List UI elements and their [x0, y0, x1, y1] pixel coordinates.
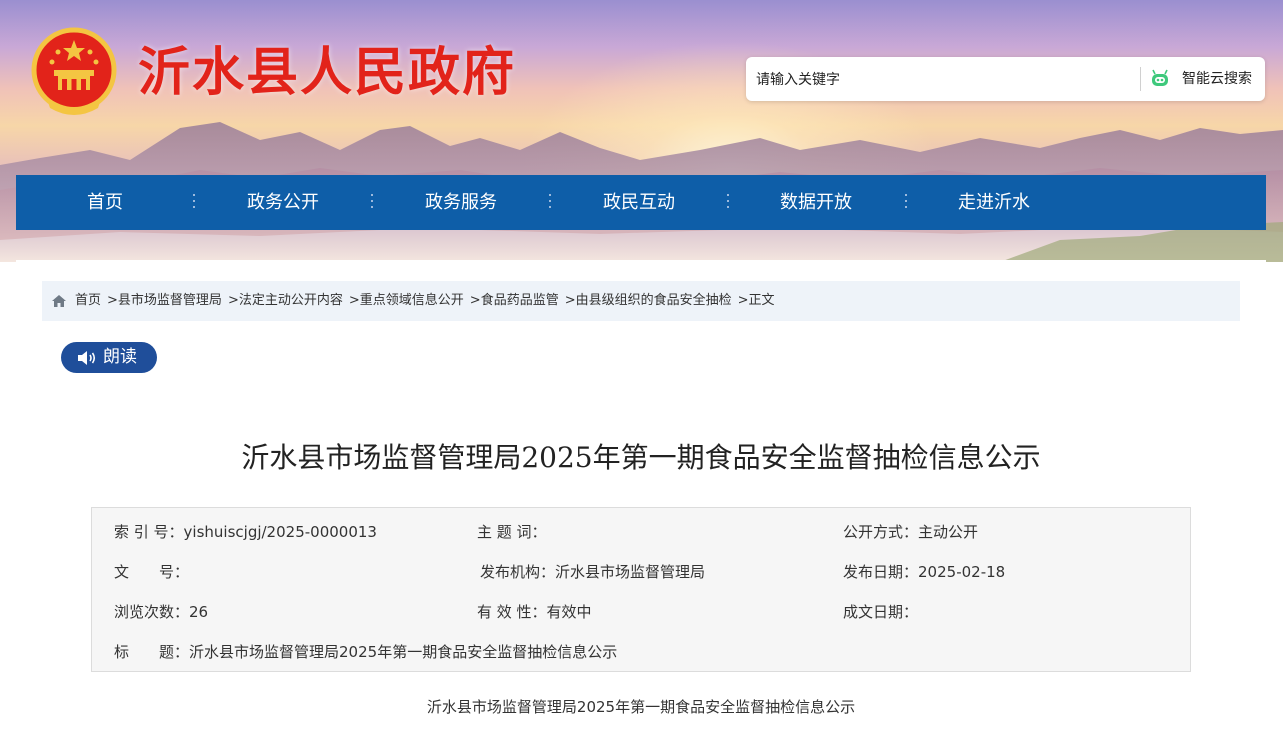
breadcrumb-separator: >: [469, 293, 481, 308]
nav-item-home[interactable]: 首页: [50, 175, 160, 230]
meta-index-label: 索 引 号：: [114, 523, 184, 541]
meta-index: 索 引 号：yishuiscjgj/2025-0000013: [114, 522, 377, 542]
search-box: 智能云搜索: [746, 57, 1265, 101]
speaker-icon: [78, 351, 96, 365]
home-icon[interactable]: [51, 293, 67, 309]
read-aloud-label: 朗读: [103, 347, 137, 367]
meta-date: 发布日期：2025-02-18: [843, 562, 1005, 582]
meta-title-label: 标 题：: [114, 643, 190, 661]
national-emblem-icon: [31, 27, 117, 115]
meta-title-value: 沂水县市场监督管理局2025年第一期食品安全监督抽检信息公示: [189, 643, 618, 661]
nav-item-gov-affairs[interactable]: 政务公开: [228, 175, 338, 230]
breadcrumb-separator: >: [348, 293, 360, 308]
meta-views: 浏览次数：26: [114, 602, 208, 622]
meta-public-value: 主动公开: [918, 523, 979, 541]
search-divider: [1140, 67, 1141, 91]
breadcrumb-separator: >: [107, 293, 118, 308]
nav-separator: [192, 194, 195, 210]
breadcrumb-item-bureau[interactable]: 县市场监督管理局: [118, 293, 222, 308]
breadcrumb-item-legal-disclosure[interactable]: 法定主动公开内容: [239, 293, 343, 308]
read-aloud-button[interactable]: 朗读: [61, 342, 157, 373]
breadcrumb-item-home[interactable]: 首页: [75, 293, 101, 308]
meta-public-label: 公开方式：: [843, 523, 919, 541]
nav-item-interaction[interactable]: 政民互动: [584, 175, 694, 230]
breadcrumb: 首页 >县市场监督管理局 >法定主动公开内容 >重点领域信息公开 >食品药品监管 >由县级…: [42, 281, 1240, 321]
content-panel: 首页 >县市场监督管理局 >法定主动公开内容 >重点领域信息公开 >食品药品监管 >由县级…: [16, 260, 1266, 740]
breadcrumb-item-key-areas[interactable]: 重点领域信息公开: [360, 293, 464, 308]
meta-org-label: 发布机构：: [480, 563, 556, 581]
article-title: 沂水县市场监督管理局2025年第一期食品安全监督抽检信息公示: [241, 441, 1041, 474]
nav-item-about-yishui[interactable]: 走进沂水: [939, 175, 1049, 230]
breadcrumb-separator: >: [227, 293, 239, 308]
article-body-heading: 沂水县市场监督管理局2025年第一期食品安全监督抽检信息公示: [426, 698, 856, 716]
meta-date-value: 2025-02-18: [918, 563, 1006, 581]
site-title: 沂水县人民政府: [138, 42, 517, 103]
meta-index-value: yishuiscjgj/2025-0000013: [183, 523, 377, 541]
meta-docno-label: 文 号：: [114, 563, 190, 581]
meta-validity: 有 效 性：有效中: [477, 602, 592, 622]
nav-separator: [904, 194, 907, 210]
meta-org: 发布机构：沂水县市场监督管理局: [480, 562, 705, 582]
nav-separator: [548, 194, 551, 210]
meta-date-label: 发布日期：: [843, 563, 919, 581]
meta-public-method: 公开方式：主动公开: [843, 522, 978, 542]
meta-valid-value: 有效中: [546, 603, 592, 621]
meta-valid-label: 有 效 性：: [477, 603, 547, 621]
nav-item-gov-services[interactable]: 政务服务: [406, 175, 516, 230]
breadcrumb-item-county-sampling[interactable]: 由县级组织的食品安全抽检: [576, 293, 732, 308]
nav-separator: [370, 194, 373, 210]
meta-docno: 文 号：: [114, 562, 189, 582]
meta-written-label: 成文日期：: [843, 603, 919, 621]
main-nav: 首页 政务公开 政务服务 政民互动 数据开放 走进沂水: [16, 175, 1266, 230]
meta-written-date: 成文日期：: [843, 602, 918, 622]
breadcrumb-item-food-drug[interactable]: 食品药品监管: [481, 293, 559, 308]
meta-keyword-label: 主 题 词：: [477, 523, 547, 541]
breadcrumb-separator: >: [564, 293, 576, 308]
nav-item-open-data[interactable]: 数据开放: [761, 175, 871, 230]
meta-views-value: 26: [189, 603, 209, 621]
search-input[interactable]: [754, 63, 1138, 97]
nav-separator: [726, 194, 729, 210]
smart-search-button[interactable]: 智能云搜索: [1182, 67, 1252, 91]
meta-org-value: 沂水县市场监督管理局: [555, 563, 706, 581]
meta-keyword: 主 题 词：: [477, 522, 547, 542]
meta-views-label: 浏览次数：: [114, 603, 190, 621]
breadcrumb-trail: 首页 >县市场监督管理局 >法定主动公开内容 >重点领域信息公开 >食品药品监管 >由县级…: [75, 281, 775, 321]
metadata-table: 索 引 号：yishuiscjgj/2025-0000013 主 题 词： 公开…: [91, 507, 1191, 672]
breadcrumb-separator: >: [737, 293, 749, 308]
robot-icon[interactable]: [1149, 68, 1171, 90]
breadcrumb-item-current: 正文: [748, 293, 775, 308]
meta-title: 标 题：沂水县市场监督管理局2025年第一期食品安全监督抽检信息公示: [114, 642, 617, 662]
